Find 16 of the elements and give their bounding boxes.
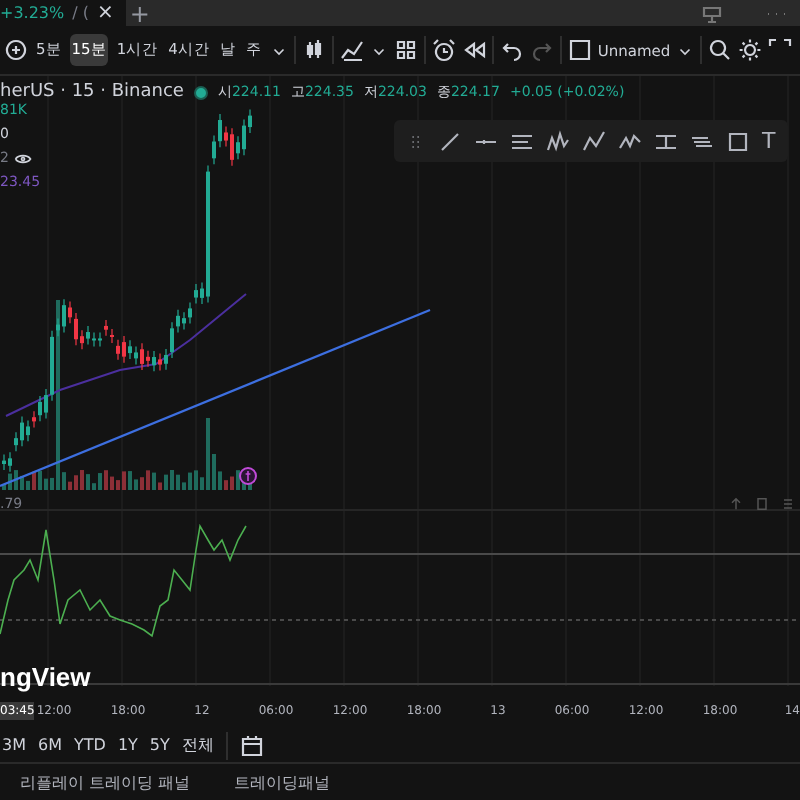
range-button[interactable]: YTD <box>74 736 106 754</box>
close-tab-button[interactable]: × <box>96 2 114 24</box>
new-tab-button[interactable]: + <box>129 0 150 27</box>
symbol-title[interactable]: herUS · 15 · Binance <box>0 82 184 102</box>
range-button[interactable]: 전체 <box>181 734 214 756</box>
tab-change: +3.23% <box>0 4 65 22</box>
panel-tab[interactable]: 리플레이 트레이딩 패널 <box>20 772 191 794</box>
range-button[interactable]: 1Y <box>117 736 138 754</box>
text-tool-button[interactable]: T <box>762 130 776 152</box>
chart-tab[interactable]: +3.23% / ( × <box>0 0 126 26</box>
logo-text[interactable]: ngView <box>0 662 91 692</box>
range-button[interactable]: 5Y <box>149 736 170 754</box>
panel-tab[interactable]: 트레이딩패널 <box>234 772 331 794</box>
tab-title: / ( <box>72 4 89 22</box>
range-button[interactable]: 6M <box>38 736 62 754</box>
range-button[interactable]: 3M <box>2 736 26 754</box>
